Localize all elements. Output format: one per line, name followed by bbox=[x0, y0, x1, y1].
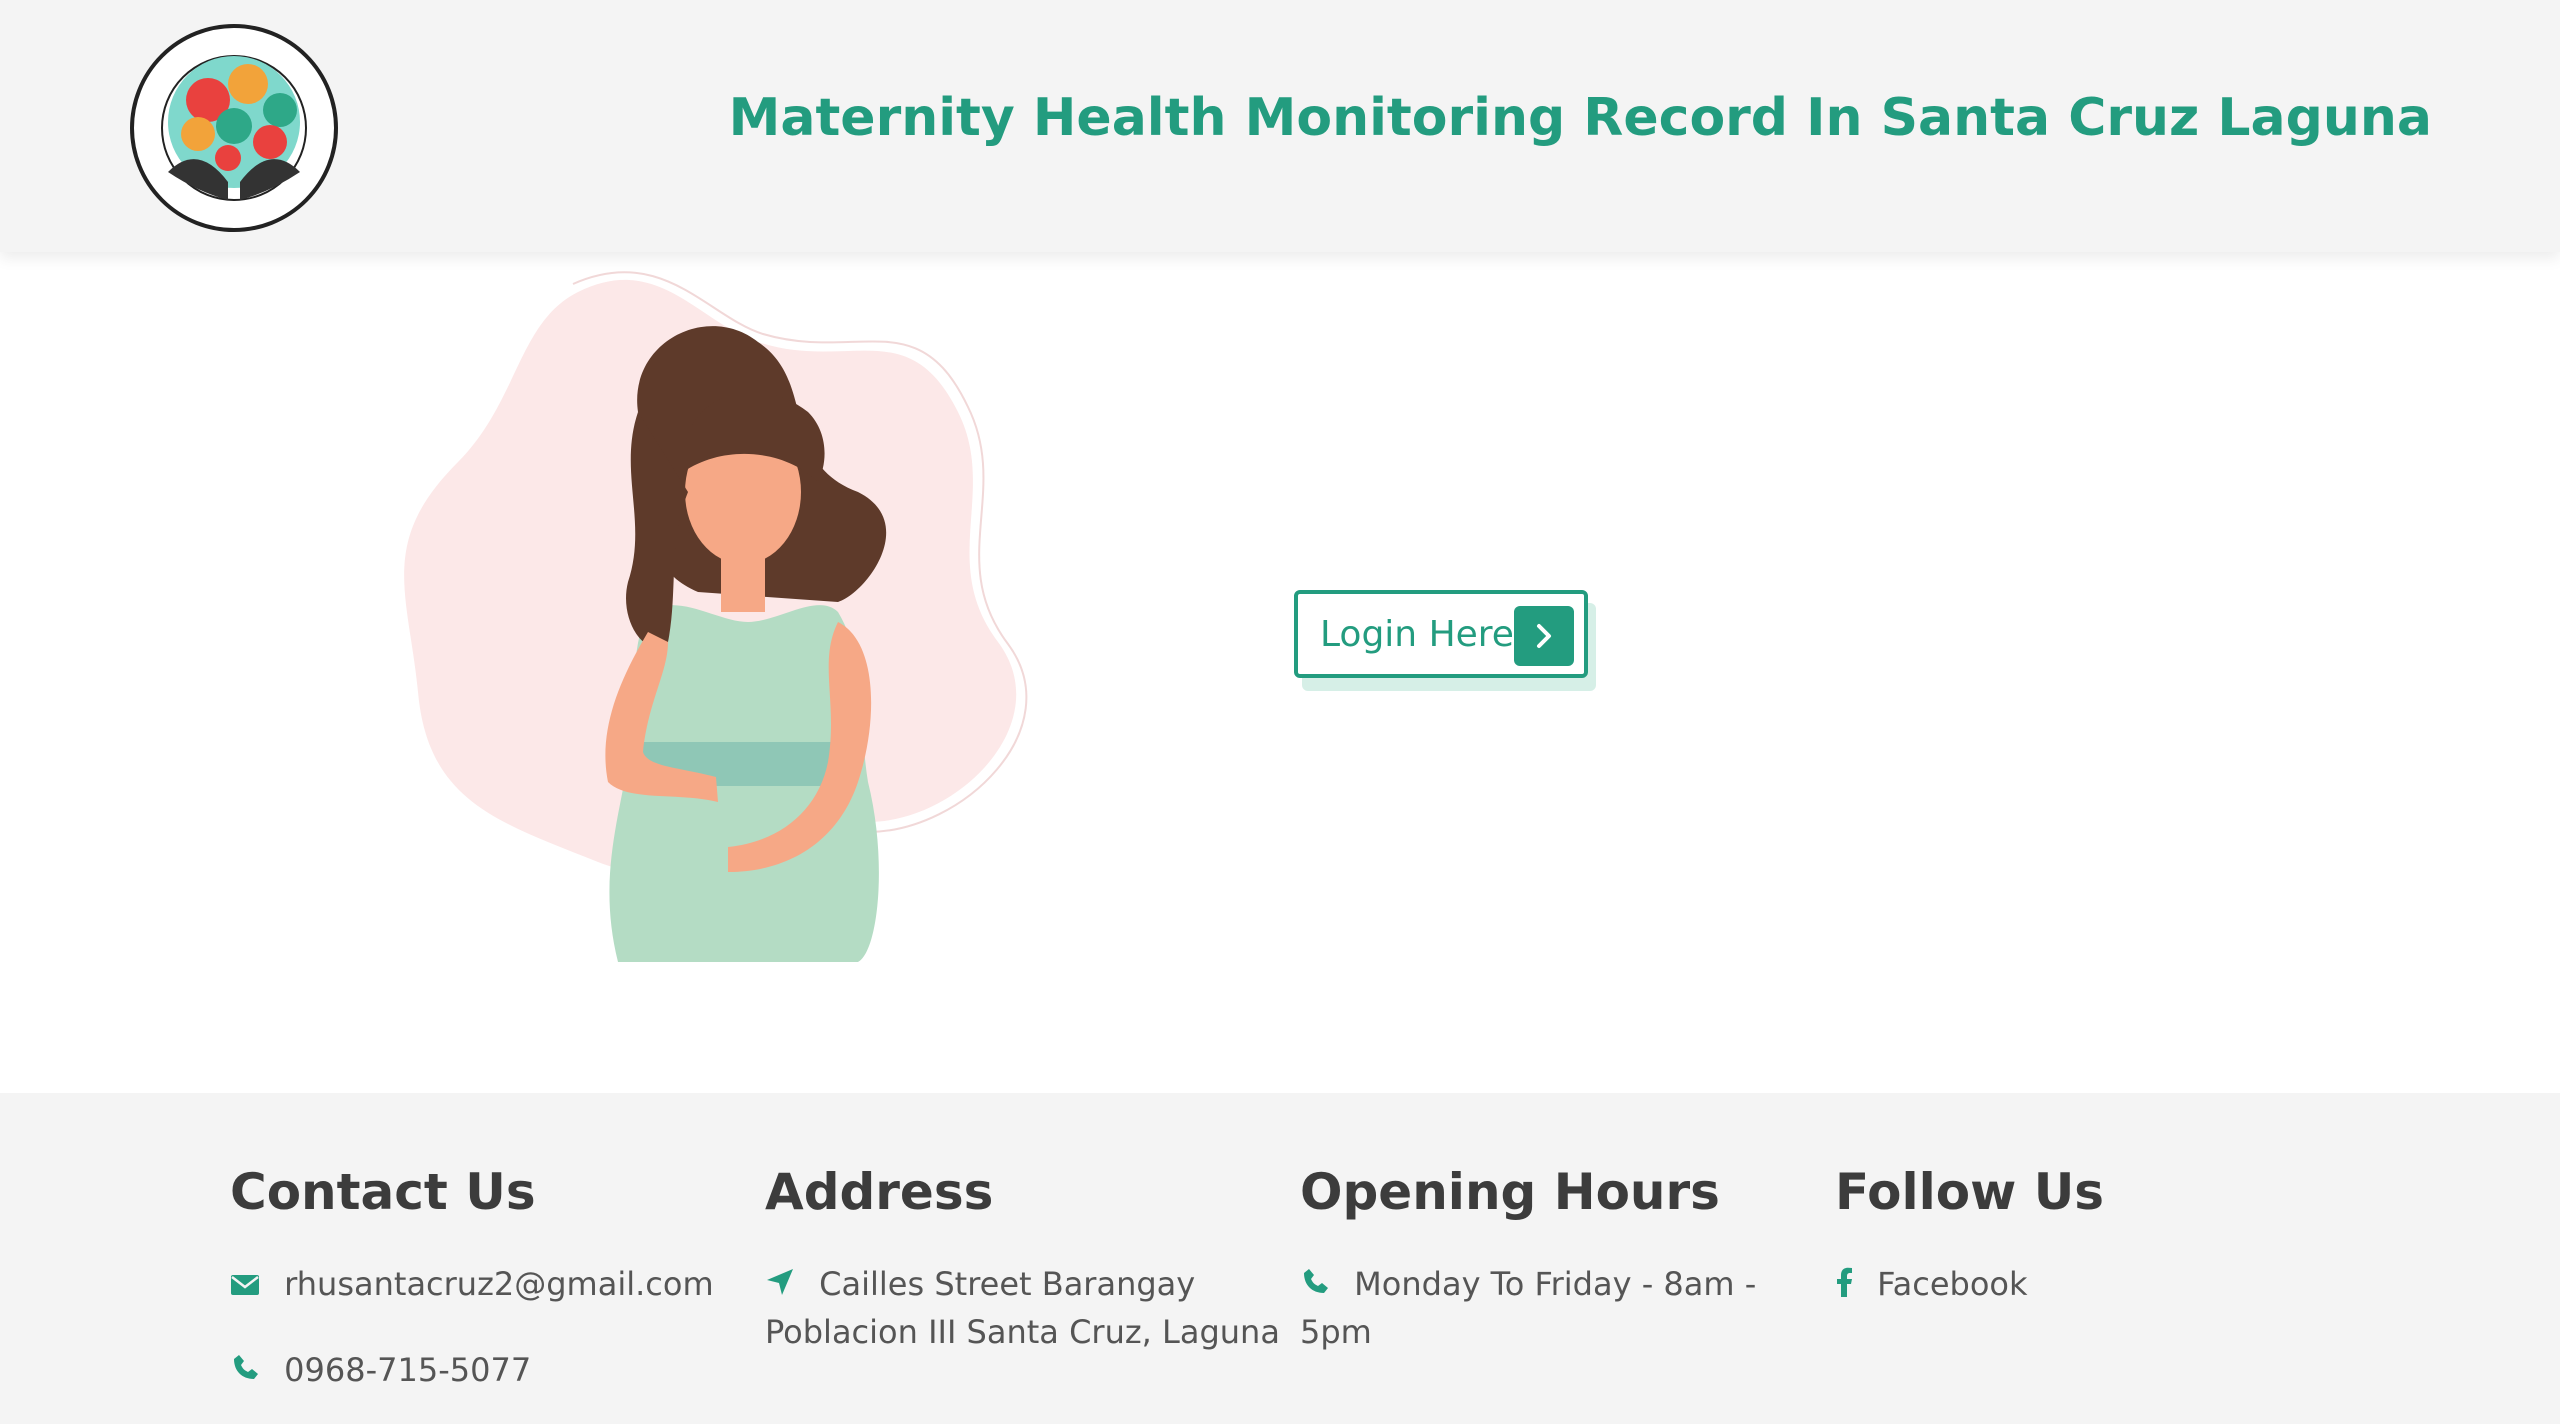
contact-email[interactable]: rhusantacruz2@gmail.com bbox=[230, 1261, 714, 1309]
hours-heading: Opening Hours bbox=[1300, 1163, 1720, 1221]
follow-heading: Follow Us bbox=[1835, 1163, 2105, 1221]
contact-phone-text: 0968-715-5077 bbox=[284, 1351, 532, 1389]
envelope-icon bbox=[230, 1263, 260, 1309]
municipal-health-office-logo[interactable] bbox=[128, 22, 340, 234]
footer-follow-column: Follow Us Facebook bbox=[1835, 1163, 2104, 1309]
footer-contact-column: Contact Us rhusantacruz2@gmail.com 0968-… bbox=[230, 1163, 714, 1395]
page-title: Maternity Health Monitoring Record In Sa… bbox=[728, 88, 2432, 148]
address-line-2: Poblacion III Santa Cruz, Laguna bbox=[765, 1313, 1280, 1351]
contact-heading: Contact Us bbox=[230, 1163, 536, 1221]
contact-email-text: rhusantacruz2@gmail.com bbox=[284, 1265, 714, 1303]
hours-text: Monday To Friday - 8am - 5pm bbox=[1300, 1261, 1756, 1355]
facebook-link[interactable]: Facebook bbox=[1835, 1261, 2104, 1309]
site-footer: Contact Us rhusantacruz2@gmail.com 0968-… bbox=[0, 1093, 2560, 1424]
hours-line-1: Monday To Friday - 8am - bbox=[1354, 1265, 1757, 1303]
location-arrow-icon bbox=[765, 1263, 795, 1309]
facebook-link-text: Facebook bbox=[1877, 1265, 2028, 1303]
chevron-right-icon bbox=[1514, 606, 1574, 666]
login-button[interactable]: Login Here bbox=[1294, 590, 1588, 678]
facebook-icon bbox=[1835, 1263, 1853, 1309]
site-header: Maternity Health Monitoring Record In Sa… bbox=[0, 0, 2560, 252]
contact-phone[interactable]: 0968-715-5077 bbox=[230, 1347, 714, 1395]
phone-icon bbox=[230, 1349, 260, 1395]
phone-icon bbox=[1300, 1263, 1330, 1309]
address-text: Cailles Street Barangay Poblacion III Sa… bbox=[765, 1261, 1280, 1355]
footer-address-column: Address Cailles Street Barangay Poblacio… bbox=[765, 1163, 1280, 1355]
address-line-1: Cailles Street Barangay bbox=[819, 1265, 1196, 1303]
pregnant-woman-illustration bbox=[398, 262, 1108, 962]
hours-line-2: 5pm bbox=[1300, 1313, 1372, 1351]
footer-hours-column: Opening Hours Monday To Friday - 8am - 5… bbox=[1300, 1163, 1756, 1355]
address-heading: Address bbox=[765, 1163, 994, 1221]
login-button-label: Login Here bbox=[1320, 613, 1514, 655]
